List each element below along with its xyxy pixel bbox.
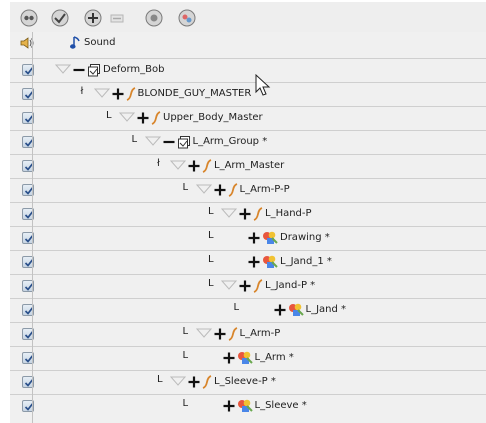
collapse-minus-icon[interactable] — [163, 135, 175, 149]
show-all-icon[interactable] — [51, 9, 69, 27]
expand-plus-icon[interactable] — [223, 399, 235, 413]
drawing-layer-icon — [237, 399, 253, 413]
tree-connector: L — [182, 398, 189, 409]
layer-row[interactable]: L L_Arm * — [10, 346, 486, 369]
layer-name: L_Jand * — [305, 304, 347, 315]
layer-row[interactable]: L L_Jand * — [10, 298, 486, 321]
collapse-triangle-icon[interactable] — [195, 183, 212, 197]
expand-plus-icon[interactable] — [188, 375, 200, 389]
layer-name: L_Hand-P — [265, 208, 312, 219]
layer-name: Upper_Body_Master — [163, 112, 263, 123]
expand-plus-icon[interactable] — [248, 255, 260, 269]
collapse-triangle-icon[interactable] — [119, 111, 135, 125]
layer-name: Drawing * — [280, 232, 330, 243]
collapse-triangle-icon[interactable] — [93, 87, 110, 101]
collapse-triangle-icon[interactable] — [221, 279, 237, 293]
tree-connector: L — [208, 230, 214, 241]
layer-row[interactable]: L Upper_Body_Master — [10, 106, 486, 129]
layer-row[interactable]: L L_Jand-P * — [10, 274, 486, 297]
layer-row[interactable]: L L_Jand_1 * — [10, 250, 486, 273]
peg-layer-icon — [228, 327, 238, 341]
peg-layer-icon — [151, 111, 161, 125]
node-view-icon[interactable] — [20, 9, 38, 27]
column-divider — [32, 32, 33, 423]
layer-row[interactable]: L L_Hand-P — [10, 202, 486, 225]
tree-connector: L — [208, 254, 214, 265]
layer-name: L_Sleeve-P * — [214, 376, 276, 387]
peg-layer-icon — [202, 159, 212, 173]
layer-row[interactable]: L L_Sleeve * — [10, 394, 486, 417]
collapse-triangle-icon[interactable] — [195, 327, 212, 341]
timeline-toolbar — [10, 2, 486, 32]
tree-connector: ł — [80, 86, 84, 97]
layer-row[interactable]: ł BLONDE_GUY_MASTER — [10, 82, 486, 105]
collapse-triangle-icon[interactable] — [170, 375, 186, 389]
layer-row[interactable]: L L_Arm-P-P — [10, 178, 486, 201]
layer-row[interactable]: ł L_Arm_Master — [10, 154, 486, 177]
layer-row[interactable]: L L_Arm-P — [10, 322, 486, 345]
tree-connector: L — [157, 374, 163, 385]
expand-plus-icon[interactable] — [248, 231, 260, 245]
expand-plus-icon[interactable] — [274, 303, 286, 317]
tree-connector: L — [182, 350, 189, 361]
add-peg-icon[interactable] — [145, 9, 163, 27]
layer-name: L_Sleeve * — [254, 400, 307, 411]
drawing-layer-icon — [237, 351, 253, 365]
layer-row[interactable]: L L_Sleeve-P * — [10, 370, 486, 393]
drawing-layer-icon — [262, 255, 278, 269]
tree-connector: ł — [157, 158, 160, 169]
expand-plus-icon[interactable] — [188, 159, 200, 173]
deform-layer-icon — [177, 135, 191, 149]
tree-connector: L — [182, 182, 189, 193]
collapse-triangle-icon[interactable] — [144, 135, 161, 149]
peg-layer-icon — [228, 183, 238, 197]
tree-connector: L — [182, 326, 189, 337]
layer-row[interactable]: L Drawing * — [10, 226, 486, 249]
tree-connector: L — [208, 206, 214, 217]
peg-layer-icon — [202, 375, 212, 389]
expand-plus-icon[interactable] — [214, 327, 226, 341]
collapse-triangle-icon[interactable] — [221, 207, 237, 221]
peg-layer-icon — [253, 207, 263, 221]
collapse-minus-icon[interactable] — [73, 63, 85, 77]
collapse-triangle-icon[interactable] — [170, 159, 186, 173]
tree-connector: L — [233, 302, 240, 313]
tree-connector: L — [106, 110, 112, 121]
peg-layer-icon — [126, 87, 136, 101]
sound-row[interactable]: Sound — [10, 32, 486, 55]
music-note-icon — [70, 36, 80, 50]
add-drawing-icon[interactable] — [178, 9, 196, 27]
collapse-triangle-icon[interactable] — [55, 63, 71, 77]
expand-plus-icon[interactable] — [214, 183, 226, 197]
add-layer-icon[interactable] — [84, 9, 102, 27]
expand-plus-icon[interactable] — [223, 351, 235, 365]
layer-name: L_Arm_Master — [214, 160, 285, 171]
mouse-pointer-icon — [255, 73, 271, 101]
expand-plus-icon[interactable] — [239, 207, 251, 221]
drawing-layer-icon — [262, 231, 278, 245]
layer-row[interactable]: Deform_Bob — [10, 58, 486, 81]
sound-label: Sound — [84, 37, 116, 48]
tree-connector: L — [131, 134, 138, 145]
layer-name: L_Jand-P * — [265, 280, 316, 291]
layer-name: BLONDE_GUY_MASTER — [137, 88, 252, 99]
expand-plus-icon[interactable] — [137, 111, 149, 125]
tree-connector: L — [208, 278, 214, 289]
timeline-layer-list: Sound Deform_Bob ł BLONDE_GUY_MASTER L Upper_… — [10, 32, 486, 423]
layer-name: L_Arm_Group * — [192, 136, 268, 147]
expand-plus-icon[interactable] — [239, 279, 251, 293]
layer-name: L_Jand_1 * — [280, 256, 332, 267]
drawing-layer-icon — [288, 303, 304, 317]
deform-layer-icon — [87, 63, 101, 77]
layer-name: L_Arm-P — [239, 328, 281, 339]
remove-layer-icon[interactable] — [108, 9, 126, 27]
peg-layer-icon — [253, 279, 263, 293]
layer-name: L_Arm-P-P — [239, 184, 290, 195]
layer-name: Deform_Bob — [103, 64, 165, 75]
layer-name: L_Arm * — [254, 352, 294, 363]
expand-plus-icon[interactable] — [112, 87, 124, 101]
layer-row[interactable]: L L_Arm_Group * — [10, 130, 486, 153]
